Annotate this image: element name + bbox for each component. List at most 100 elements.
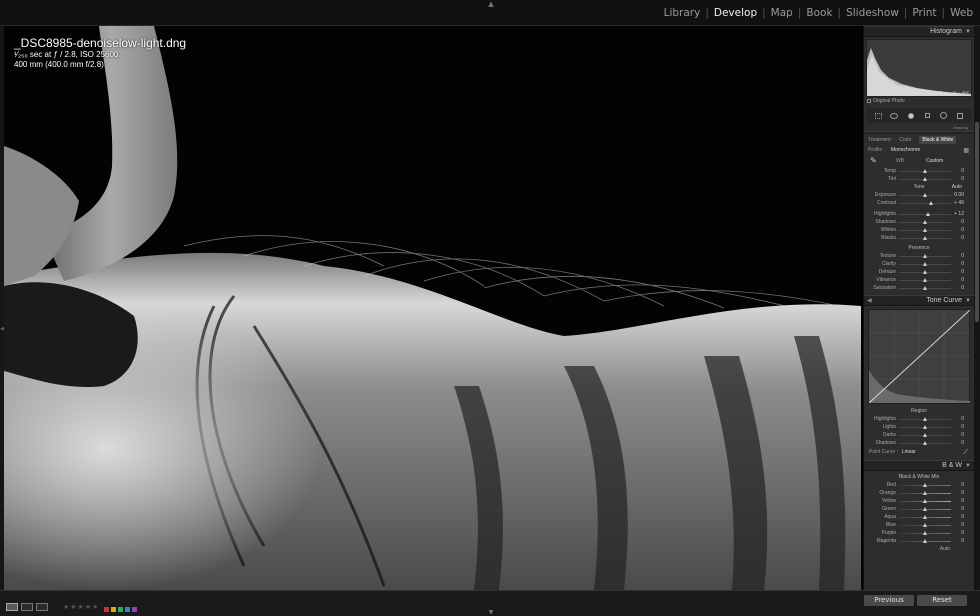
tone-auto-button[interactable]: Auto xyxy=(952,183,962,191)
slider-knob[interactable] xyxy=(923,417,927,421)
filmstrip-toggle-icon[interactable]: ▼ xyxy=(486,609,496,616)
tone-curve-graph[interactable] xyxy=(868,309,970,404)
region-highlights-slider[interactable]: Highlights 0 xyxy=(864,415,974,423)
slider-knob[interactable] xyxy=(923,531,927,535)
slider-track[interactable] xyxy=(899,417,951,421)
slider-track[interactable] xyxy=(899,193,951,197)
slider-value[interactable]: 0 xyxy=(948,284,964,292)
presence-vibrance-slider[interactable]: Vibrance 0 xyxy=(864,276,974,284)
slider-knob[interactable] xyxy=(923,433,927,437)
slider-track[interactable] xyxy=(899,483,951,487)
module-slideshow[interactable]: Slideshow xyxy=(843,7,902,19)
slider-track[interactable] xyxy=(899,254,951,258)
slider-track[interactable] xyxy=(899,270,951,274)
slider-value[interactable]: + 12 xyxy=(948,210,964,218)
slider-knob[interactable] xyxy=(923,286,927,290)
color-label-swatch[interactable] xyxy=(132,607,138,612)
tone-contrast-slider[interactable]: Contrast + 46 xyxy=(864,199,974,207)
right-panel-scrollbar[interactable] xyxy=(974,26,980,590)
slider-track[interactable] xyxy=(899,278,951,282)
slider-track[interactable] xyxy=(899,523,951,527)
wb-tint-slider[interactable]: Tint 0 xyxy=(864,175,974,183)
slider-knob[interactable] xyxy=(923,425,927,429)
bw-purple-slider[interactable]: Purple 0 xyxy=(864,529,974,537)
tone-whites-slider[interactable]: Whites 0 xyxy=(864,226,974,234)
masking-icon[interactable] xyxy=(938,112,948,120)
color-label-swatch[interactable] xyxy=(118,607,124,612)
slider-value[interactable]: 0 xyxy=(948,505,964,513)
slider-value[interactable]: 0 xyxy=(948,415,964,423)
slider-track[interactable] xyxy=(899,515,951,519)
slider-value[interactable]: 0 xyxy=(948,537,964,545)
slider-value[interactable]: 0 xyxy=(948,439,964,447)
module-develop[interactable]: Develop xyxy=(711,7,760,19)
slider-value[interactable]: 0 xyxy=(948,226,964,234)
bw-orange-slider[interactable]: Orange 0 xyxy=(864,489,974,497)
tone-exposure-slider[interactable]: Exposure 0.00 xyxy=(864,191,974,199)
tone-highlights-slider[interactable]: Highlights + 12 xyxy=(864,210,974,218)
slider-knob[interactable] xyxy=(923,507,927,511)
compare-view-button[interactable] xyxy=(36,602,48,611)
slider-value[interactable]: + 46 xyxy=(948,199,964,207)
slider-track[interactable] xyxy=(899,286,951,290)
presence-clarity-slider[interactable]: Clarity 0 xyxy=(864,260,974,268)
profile-select[interactable]: Monochrome xyxy=(891,147,920,153)
slider-knob[interactable] xyxy=(923,169,927,173)
slider-track[interactable] xyxy=(899,499,951,503)
histogram[interactable]: ISO 25600 400 mm ƒ / 2.8 ¹⁄₂₅₀ sec xyxy=(866,39,972,97)
slider-knob[interactable] xyxy=(923,483,927,487)
slider-knob[interactable] xyxy=(923,539,927,543)
region-shadows-slider[interactable]: Shadows 0 xyxy=(864,439,974,447)
slider-knob[interactable] xyxy=(923,193,927,197)
bw-blue-slider[interactable]: Blue 0 xyxy=(864,521,974,529)
slider-value[interactable]: 0 xyxy=(948,513,964,521)
settings-gear-icon[interactable] xyxy=(955,112,965,120)
bw-green-slider[interactable]: Green 0 xyxy=(864,505,974,513)
module-library[interactable]: Library xyxy=(661,7,704,19)
collapse-triangle-icon[interactable]: ▼ xyxy=(965,27,971,37)
eyedropper-icon[interactable]: ✎ xyxy=(870,156,877,165)
slider-value[interactable]: 0 xyxy=(948,521,964,529)
slider-value[interactable]: 0 xyxy=(948,481,964,489)
bw-magenta-slider[interactable]: Magenta 0 xyxy=(864,537,974,545)
rating-stars[interactable]: ★★★★★ xyxy=(63,603,99,611)
slider-value[interactable]: 0 xyxy=(948,489,964,497)
slider-value[interactable]: 0.00 xyxy=(948,191,964,199)
treatment-bw-option[interactable]: Black & White xyxy=(919,135,957,144)
slider-knob[interactable] xyxy=(925,212,930,216)
slider-knob[interactable] xyxy=(923,220,927,224)
slider-track[interactable] xyxy=(899,212,951,216)
before-after-button[interactable] xyxy=(21,602,33,611)
collapse-triangle-icon[interactable]: ▼ xyxy=(965,461,971,471)
slider-knob[interactable] xyxy=(923,515,927,519)
slider-track[interactable] xyxy=(899,177,951,181)
color-label-swatch[interactable] xyxy=(125,607,131,612)
slider-knob[interactable] xyxy=(923,236,927,240)
region-lights-slider[interactable]: Lights 0 xyxy=(864,423,974,431)
original-photo-toggle[interactable]: Original Photo xyxy=(864,97,974,106)
slider-value[interactable]: 0 xyxy=(948,252,964,260)
slider-value[interactable]: 0 xyxy=(948,497,964,505)
original-photo-checkbox[interactable] xyxy=(867,98,871,103)
slider-knob[interactable] xyxy=(923,262,927,266)
profile-browser-icon[interactable]: ▦ xyxy=(963,147,969,154)
edit-point-curve-icon[interactable]: ⟋ xyxy=(963,447,968,458)
presence-saturation-slider[interactable]: Saturation 0 xyxy=(864,284,974,292)
slider-value[interactable]: 0 xyxy=(948,175,964,183)
bw-aqua-slider[interactable]: Aqua 0 xyxy=(864,513,974,521)
slider-knob[interactable] xyxy=(923,523,927,527)
presence-texture-slider[interactable]: Texture 0 xyxy=(864,252,974,260)
photo-canvas[interactable]: _DSC8985-denoiselow-light.dng ¹⁄₂₅₀ sec … xyxy=(4,26,861,590)
crop-icon[interactable] xyxy=(889,112,899,120)
loupe-view-button[interactable] xyxy=(6,602,18,611)
slider-track[interactable] xyxy=(899,491,951,495)
top-panel-toggle-icon[interactable]: ▲ xyxy=(486,0,496,8)
tone-curve-panel-header[interactable]: ◀ Tone Curve ▼ xyxy=(864,295,974,306)
slider-value[interactable]: 0 xyxy=(948,234,964,242)
slider-track[interactable] xyxy=(899,169,951,173)
slider-track[interactable] xyxy=(899,531,951,535)
slider-track[interactable] xyxy=(899,262,951,266)
slider-track[interactable] xyxy=(899,425,951,429)
slider-knob[interactable] xyxy=(923,228,927,232)
previous-button[interactable]: Previous xyxy=(864,595,914,606)
